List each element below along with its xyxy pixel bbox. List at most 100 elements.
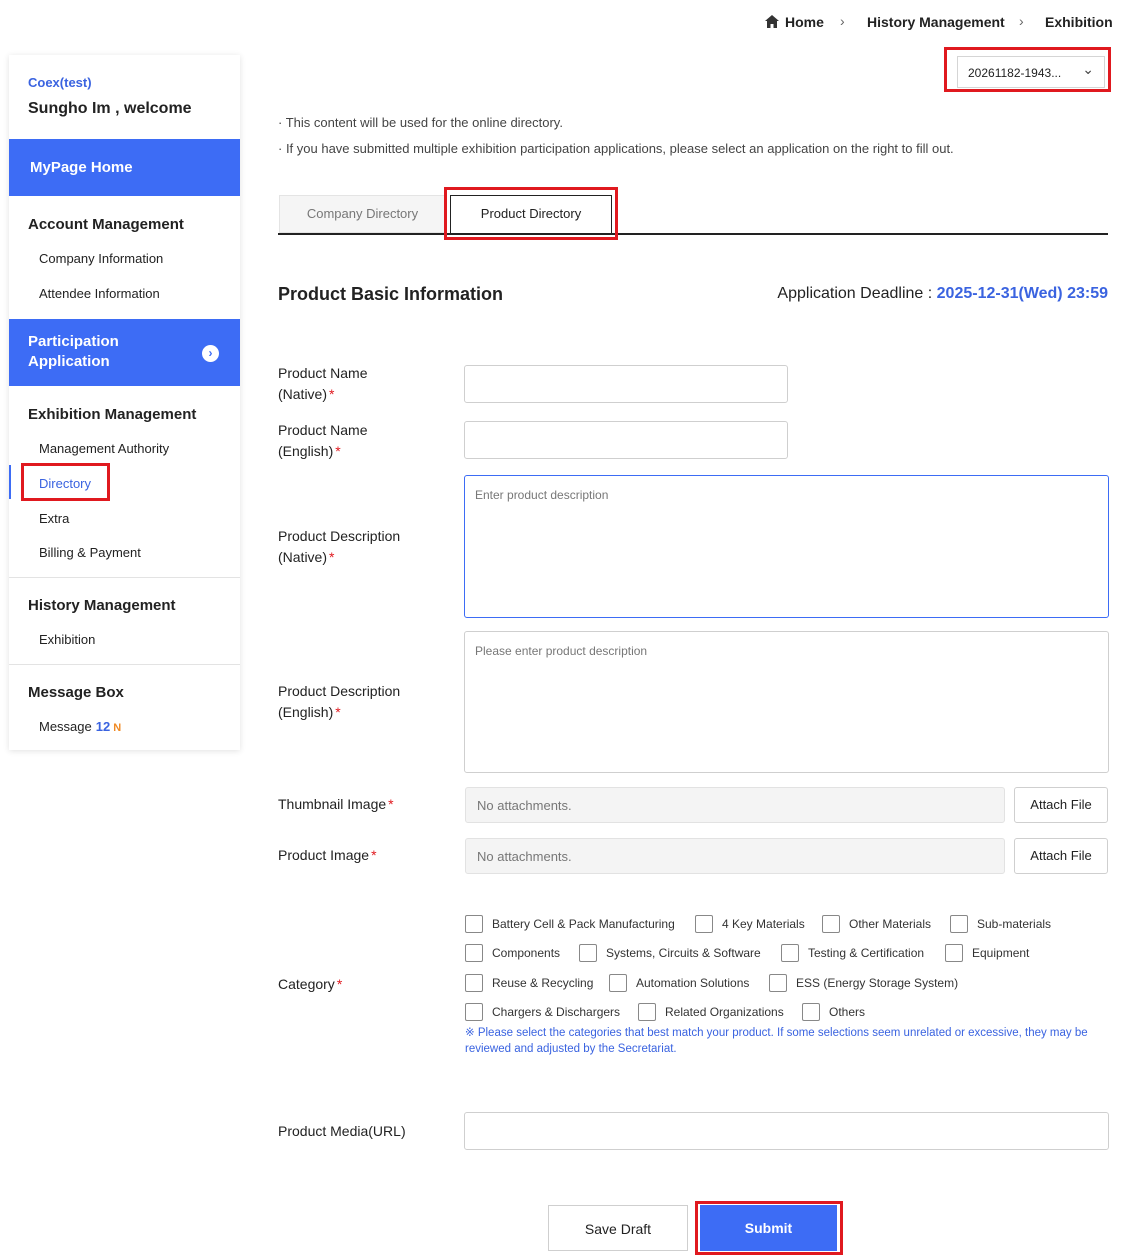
checkbox-box[interactable]: [465, 974, 483, 992]
welcome-text: Sungho Im , welcome: [28, 100, 192, 117]
category-note: ※ Please select the categories that best…: [465, 1027, 1088, 1055]
exhibition-management-heading: Exhibition Management: [28, 406, 197, 423]
checkbox-label: Testing & Certification: [808, 946, 925, 960]
checkbox-box[interactable]: [802, 1003, 820, 1021]
history-management-heading: History Management: [28, 597, 176, 614]
product-description-english-textarea[interactable]: [464, 631, 1109, 773]
category-checkbox[interactable]: Related Organizations: [638, 1003, 784, 1021]
sidebar-item-directory[interactable]: Directory: [39, 476, 91, 491]
checkbox-label: Related Organizations: [665, 1005, 784, 1019]
sidebar-item-exhibition[interactable]: Exhibition: [39, 632, 95, 647]
label-line: (English) *: [278, 702, 400, 723]
label-qualifier: (English): [278, 443, 334, 459]
category-checkbox[interactable]: Battery Cell & Pack Manufacturing: [465, 915, 675, 933]
checkbox-label: Sub-materials: [977, 917, 1052, 931]
checkbox-box[interactable]: [465, 915, 483, 933]
notice-line: · If you have submitted multiple exhibit…: [278, 141, 954, 156]
category-checkbox[interactable]: Others: [802, 1003, 865, 1021]
application-select-value: 20261182-1943...: [968, 66, 1062, 80]
mypage-home-link[interactable]: MyPage Home: [9, 139, 240, 196]
checkbox-box[interactable]: [465, 944, 483, 962]
thumbnail-file-status: No attachments.: [465, 787, 1005, 823]
sidebar-item-management-authority[interactable]: Management Authority: [39, 441, 169, 456]
message-box-heading: Message Box: [28, 684, 124, 701]
checkbox-label: ESS (Energy Storage System): [796, 976, 959, 990]
section-title: Product Basic Information: [278, 284, 504, 304]
deadline-label: Application Deadline :: [777, 285, 937, 302]
sidebar-item-extra[interactable]: Extra: [39, 511, 69, 526]
checkbox-box[interactable]: [950, 915, 968, 933]
label-qualifier: (English): [278, 704, 334, 720]
label-text: Product Image: [278, 847, 370, 863]
checkbox-label: Components: [492, 946, 561, 960]
save-draft-button[interactable]: Save Draft: [548, 1205, 688, 1251]
product-name-english-input[interactable]: [464, 421, 788, 459]
required-mark: *: [329, 386, 335, 402]
active-indicator: [9, 465, 11, 499]
category-checkbox[interactable]: Components: [465, 944, 560, 962]
sidebar-item-message[interactable]: Message 12 N: [39, 719, 121, 734]
required-mark: *: [335, 443, 341, 459]
checkbox-box[interactable]: [769, 974, 787, 992]
new-badge: N: [113, 722, 122, 734]
category-checkbox[interactable]: Equipment: [945, 944, 1029, 962]
breadcrumb-exhibition[interactable]: Exhibition: [1045, 14, 1113, 30]
product-description-native-label: Product Description (Native) *: [278, 526, 400, 568]
label-line: Product Description: [278, 683, 401, 699]
product-image-label: Product Image *: [278, 845, 377, 866]
checkbox-label: Systems, Circuits & Software: [606, 946, 761, 960]
submit-button[interactable]: Submit: [700, 1205, 837, 1251]
category-checkbox[interactable]: Automation Solutions: [609, 974, 749, 992]
checkbox-box[interactable]: [638, 1003, 656, 1021]
thumbnail-image-label: Thumbnail Image *: [278, 794, 394, 815]
breadcrumb-history-management[interactable]: History Management: [867, 14, 1005, 30]
label-text: Category: [278, 976, 335, 992]
category-checkbox[interactable]: Chargers & Dischargers: [465, 1003, 620, 1021]
message-label: Message: [39, 719, 92, 734]
tab-product-directory[interactable]: Product Directory: [450, 195, 612, 233]
tab-company-directory[interactable]: Company Directory: [279, 195, 446, 233]
checkbox-label: Automation Solutions: [636, 976, 750, 990]
product-name-native-input[interactable]: [464, 365, 788, 403]
checkbox-label: Chargers & Dischargers: [492, 1005, 621, 1019]
product-image-attach-file-button[interactable]: Attach File: [1014, 838, 1108, 874]
checkbox-label: Reuse & Recycling: [492, 976, 594, 990]
product-description-native-textarea[interactable]: [464, 475, 1109, 618]
application-deadline: Application Deadline : 2025-12-31(Wed) 2…: [777, 285, 1108, 303]
thumbnail-attach-file-button[interactable]: Attach File: [1014, 787, 1108, 823]
checkbox-box[interactable]: [781, 944, 799, 962]
chevron-right-icon: ›: [840, 13, 845, 29]
checkbox-label: Equipment: [972, 946, 1030, 960]
application-select[interactable]: 20261182-1943... ⌄: [957, 56, 1105, 88]
category-label: Category *: [278, 974, 342, 995]
category-checkbox[interactable]: Systems, Circuits & Software: [579, 944, 761, 962]
category-checkbox[interactable]: Reuse & Recycling: [465, 974, 593, 992]
product-media-url-input[interactable]: [464, 1112, 1109, 1150]
category-checkbox[interactable]: Sub-materials: [950, 915, 1051, 933]
checkbox-box[interactable]: [465, 1003, 483, 1021]
sidebar: Coex(test) Sungho Im , welcome MyPage Ho…: [9, 55, 240, 750]
required-mark: *: [336, 976, 343, 992]
product-media-label: Product Media(URL): [278, 1123, 406, 1139]
sidebar-item-attendee-information[interactable]: Attendee Information: [39, 286, 160, 301]
checkbox-label: Others: [829, 1005, 866, 1019]
label-qualifier: (Native): [278, 386, 328, 402]
checkbox-box[interactable]: [695, 915, 713, 933]
sidebar-item-billing-payment[interactable]: Billing & Payment: [39, 545, 141, 560]
checkbox-box[interactable]: [945, 944, 963, 962]
participation-application-link[interactable]: Participation Application ›: [9, 319, 240, 386]
chevron-right-icon: ›: [202, 345, 219, 362]
category-checkbox[interactable]: Testing & Certification: [781, 944, 924, 962]
checkbox-box[interactable]: [579, 944, 597, 962]
category-checkbox[interactable]: ESS (Energy Storage System): [769, 974, 958, 992]
product-image-file-status: No attachments.: [465, 838, 1005, 874]
category-checkbox[interactable]: 4 Key Materials: [695, 915, 805, 933]
checkbox-box[interactable]: [822, 915, 840, 933]
checkbox-box[interactable]: [609, 974, 627, 992]
chevron-right-icon: ›: [1019, 13, 1024, 29]
tab-underline: [278, 233, 1108, 235]
category-checkbox[interactable]: Other Materials: [822, 915, 931, 933]
sidebar-divider: [9, 664, 240, 665]
breadcrumb-home[interactable]: Home: [785, 14, 824, 30]
sidebar-item-company-information[interactable]: Company Information: [39, 251, 163, 266]
